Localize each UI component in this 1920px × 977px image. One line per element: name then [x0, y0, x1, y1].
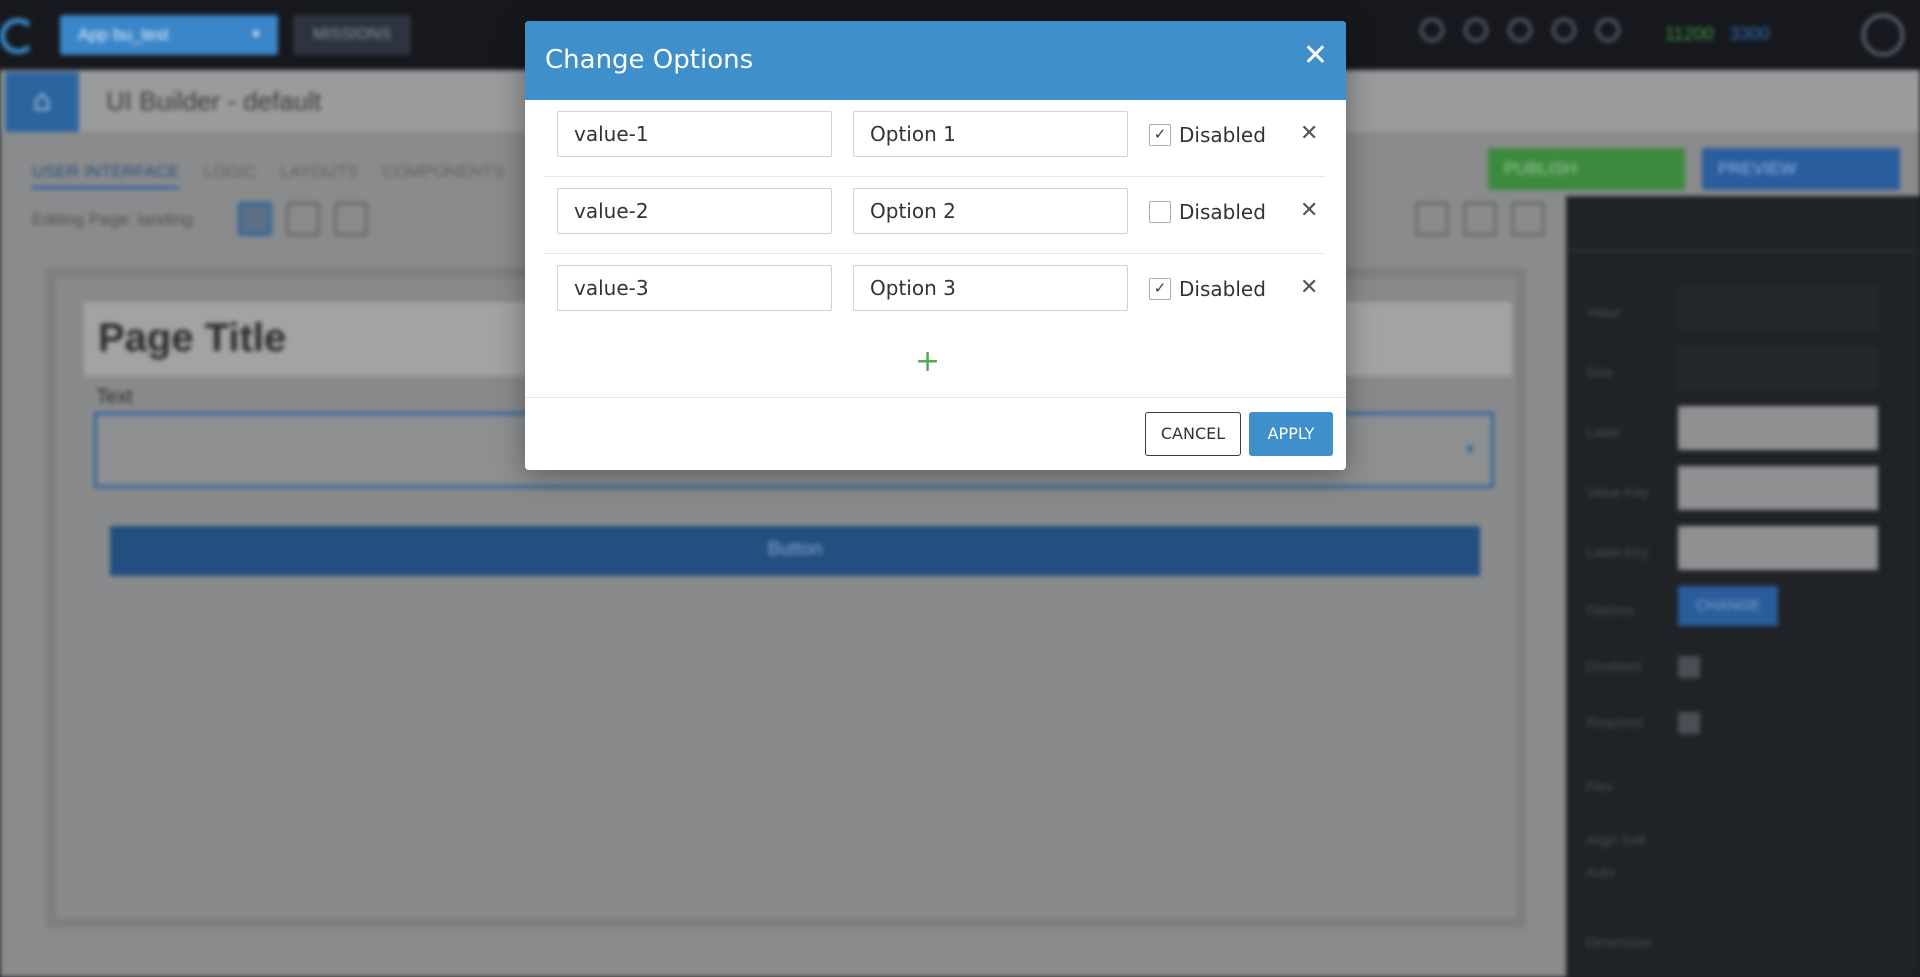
tab-components[interactable]: COMPONENTS — [382, 162, 504, 189]
device-switcher — [238, 202, 368, 236]
option-label-input[interactable] — [853, 111, 1128, 157]
tablet-icon[interactable] — [286, 202, 320, 236]
change-options-modal: Change Options ✕ ✓ Disabled ✕ Disabled ✕… — [525, 21, 1346, 470]
flex-section[interactable]: Flex — [1586, 778, 1612, 794]
remove-option-icon[interactable]: ✕ — [1300, 120, 1318, 146]
remove-option-icon[interactable]: ✕ — [1300, 274, 1318, 300]
select-frame-icon[interactable] — [1415, 202, 1449, 236]
prop-label-options: Options — [1586, 602, 1635, 618]
option-value-input[interactable] — [557, 111, 832, 157]
modal-footer: CANCEL APPLY — [525, 397, 1346, 470]
editing-page-label: Editing Page: landing — [32, 210, 193, 229]
history-controls — [1415, 202, 1545, 236]
avatar[interactable] — [1862, 14, 1904, 56]
prop-label-key-field[interactable] — [1678, 526, 1878, 570]
credits-green: 11200 — [1665, 24, 1714, 44]
prop-value-field[interactable] — [1678, 286, 1878, 330]
builder-tabs: USER INTERFACE LOGIC LAYOUTS COMPONENTS — [32, 162, 504, 189]
prop-label-field[interactable] — [1678, 406, 1878, 450]
option-row: ✓ Disabled ✕ — [545, 254, 1325, 331]
apply-button[interactable]: APPLY — [1249, 412, 1333, 456]
prop-label-value: Value — [1586, 304, 1621, 320]
change-options-button[interactable]: CHANGE — [1678, 586, 1778, 626]
tab-layouts[interactable]: LAYOUTS — [280, 162, 358, 189]
option-disabled-checkbox[interactable]: ✓ — [1149, 124, 1171, 146]
home-button[interactable]: ⌂ — [5, 72, 79, 132]
chevron-down-icon: ▼ — [250, 27, 262, 41]
option-label-input[interactable] — [853, 265, 1128, 311]
missions-button[interactable]: MISSIONS — [293, 15, 411, 55]
app-selector[interactable]: App bu_test ▼ — [60, 15, 278, 55]
gear-icon[interactable] — [1508, 18, 1532, 42]
prop-label-required: Required — [1586, 714, 1643, 730]
button-component[interactable]: Button — [110, 526, 1480, 576]
prop-label-label-key: Label Key — [1586, 544, 1649, 560]
remove-option-icon[interactable]: ✕ — [1300, 197, 1318, 223]
redo-icon[interactable] — [1511, 202, 1545, 236]
option-disabled-label: Disabled — [1179, 277, 1266, 301]
prop-label-value-key: Value Key — [1586, 484, 1649, 500]
option-disabled-label: Disabled — [1179, 123, 1266, 147]
builder-title: UI Builder - default — [106, 86, 322, 116]
option-disabled-label: Disabled — [1179, 200, 1266, 224]
add-option-icon[interactable]: + — [915, 347, 940, 377]
credits: 11200 3300 — [1665, 24, 1770, 45]
app-selector-label: App bu_test — [78, 25, 169, 44]
properties-panel: Value Size Label Value Key Label Key Opt… — [1566, 196, 1920, 977]
preview-button[interactable]: PREVIEW — [1702, 148, 1900, 190]
top-icon-bar — [1420, 18, 1620, 42]
undo-icon[interactable] — [1463, 202, 1497, 236]
option-label-input[interactable] — [853, 188, 1128, 234]
prop-label-size: Size — [1586, 364, 1614, 380]
align-auto-button[interactable]: Auto — [1586, 864, 1615, 880]
tab-logic[interactable]: LOGIC — [203, 162, 256, 189]
prop-label-label: Label — [1586, 424, 1621, 440]
option-value-input[interactable] — [557, 265, 832, 311]
desktop-icon[interactable] — [238, 202, 272, 236]
cancel-button[interactable]: CANCEL — [1145, 412, 1241, 456]
close-icon[interactable]: ✕ — [1303, 41, 1328, 71]
prop-disabled-checkbox[interactable] — [1678, 656, 1700, 678]
option-row: ✓ Disabled ✕ — [545, 100, 1325, 177]
chat-icon[interactable] — [1552, 18, 1576, 42]
prop-size-field[interactable] — [1678, 346, 1878, 390]
text-component[interactable]: Text — [96, 386, 133, 409]
info-icon[interactable] — [1596, 18, 1620, 42]
prop-label-disabled: Disabled — [1586, 658, 1641, 674]
modal-title: Change Options — [545, 45, 754, 75]
option-value-input[interactable] — [557, 188, 832, 234]
prop-value-key-field[interactable] — [1678, 466, 1878, 510]
option-disabled-checkbox[interactable]: ✓ — [1149, 278, 1171, 300]
properties-tabs — [1566, 196, 1920, 252]
app-logo — [0, 18, 36, 54]
dimension-section[interactable]: Dimension — [1586, 934, 1652, 950]
align-self-label: Align Self — [1586, 832, 1646, 848]
modal-header: Change Options ✕ — [525, 21, 1346, 100]
globe-icon[interactable] — [1464, 18, 1488, 42]
prop-required-checkbox[interactable] — [1678, 712, 1700, 734]
mobile-icon[interactable] — [334, 202, 368, 236]
option-disabled-checkbox[interactable] — [1149, 201, 1171, 223]
option-row: Disabled ✕ — [545, 177, 1325, 254]
credits-blue: 3300 — [1729, 24, 1770, 44]
home-icon: ⌂ — [32, 84, 52, 117]
search-icon[interactable] — [1420, 18, 1444, 42]
publish-button[interactable]: PUBLISH — [1488, 148, 1685, 190]
tab-user-interface[interactable]: USER INTERFACE — [32, 162, 180, 189]
chevron-down-icon: ▼ — [1463, 441, 1477, 457]
